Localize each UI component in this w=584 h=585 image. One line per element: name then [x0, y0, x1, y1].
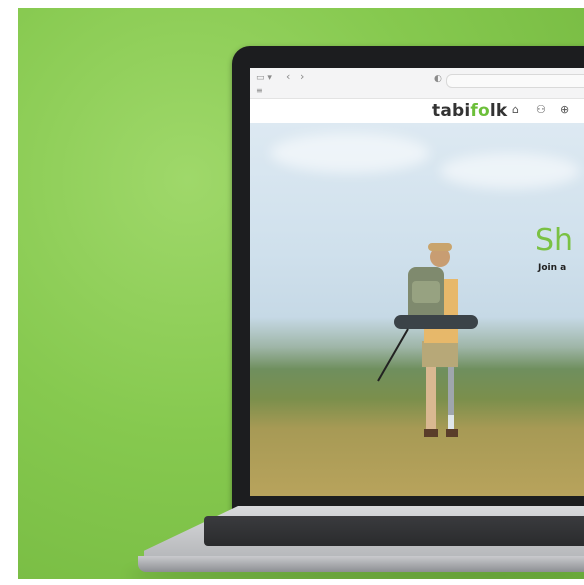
logo-text-3: lk — [489, 101, 508, 121]
cloud — [270, 133, 430, 173]
sidebar-icon[interactable]: ▭ ▾ — [256, 72, 272, 84]
address-bar[interactable] — [446, 74, 584, 88]
menu-icon[interactable]: ≡ — [256, 85, 263, 97]
hero-subtitle: Join a — [538, 263, 567, 273]
site-nav: tabifolk ⌂ ⚇ ⊕ ☆ — [250, 99, 584, 123]
logo-text-1: tabi — [432, 101, 471, 121]
community-icon[interactable]: ⚇ — [536, 103, 546, 116]
home-icon[interactable]: ⌂ — [512, 103, 519, 116]
laptop-screen: ▭ ▾ ‹ › ≡ ◐ tabifolk ⌂ ⚇ ⊕ ☆ — [250, 68, 584, 496]
hero-section: Sh Join a — [250, 123, 584, 496]
globe-icon[interactable]: ⊕ — [560, 103, 569, 116]
hiker-image — [377, 243, 478, 437]
laptop-front — [138, 556, 584, 572]
background: ▭ ▾ ‹ › ≡ ◐ tabifolk ⌂ ⚇ ⊕ ☆ — [18, 8, 584, 579]
hero-title: Sh — [535, 223, 574, 258]
site-logo[interactable]: tabifolk — [432, 101, 507, 121]
laptop-keyboard — [204, 516, 584, 546]
back-icon[interactable]: ‹ — [286, 71, 290, 83]
browser-toolbar: ▭ ▾ ‹ › ≡ ◐ — [250, 68, 584, 99]
shield-icon: ◐ — [434, 74, 442, 84]
forward-icon[interactable]: › — [300, 71, 304, 83]
logo-text-2: fo — [470, 101, 490, 121]
cloud — [440, 153, 580, 189]
